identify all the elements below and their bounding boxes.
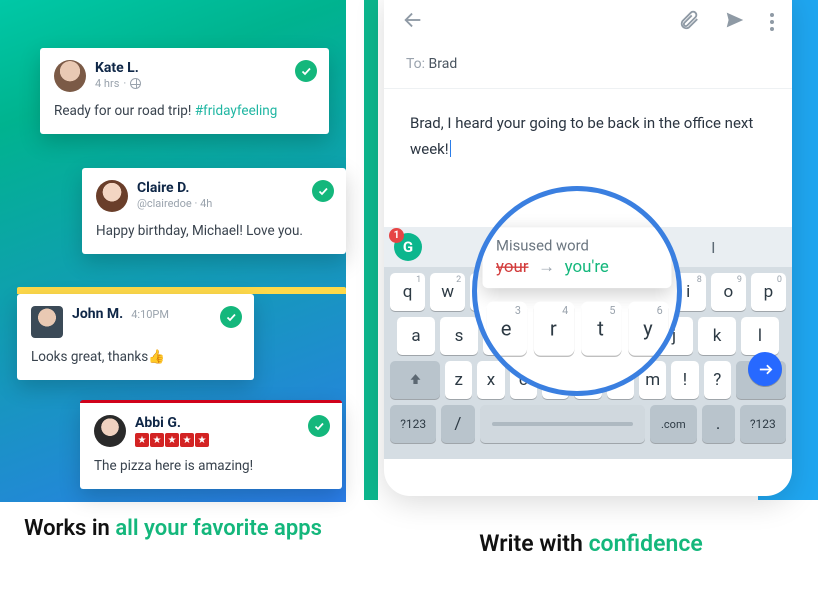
grammarly-check-icon	[312, 180, 334, 202]
author-name: Kate L.	[95, 60, 141, 76]
key-w[interactable]: w2	[430, 273, 465, 311]
post-body: Looks great, thanks👍	[31, 348, 240, 366]
key-s[interactable]: s	[440, 317, 478, 355]
post-card-twitter: Claire D. @clairedoe · 4h Happy birthday…	[82, 168, 346, 254]
shift-key[interactable]	[390, 361, 440, 399]
send-icon[interactable]	[724, 9, 746, 35]
period-key[interactable]: .	[702, 405, 735, 443]
key-z[interactable]: z	[445, 361, 472, 399]
key-t[interactable]: t5	[580, 301, 621, 355]
grammarly-check-icon	[308, 415, 330, 437]
key-l[interactable]: l	[741, 317, 779, 355]
correction-label: Misused word	[496, 236, 658, 254]
author-name: Abbi G.	[135, 415, 209, 431]
key-q[interactable]: q1	[390, 273, 425, 311]
key-p[interactable]: p0	[751, 273, 786, 311]
avatar	[31, 306, 63, 338]
slack-accent-strip	[17, 287, 346, 294]
key-y[interactable]: y6	[628, 301, 669, 355]
text-cursor	[450, 140, 451, 157]
panel-caption: Works in all your favorite apps	[0, 515, 346, 544]
to-field[interactable]: To: Brad	[384, 48, 792, 89]
wrong-word: your	[496, 257, 529, 277]
avatar	[94, 415, 126, 447]
back-icon[interactable]	[402, 9, 424, 35]
grammarly-keyboard-icon[interactable]: G	[394, 233, 422, 261]
overflow-icon[interactable]	[770, 13, 774, 31]
post-body: Happy birthday, Michael! Love you.	[96, 222, 332, 240]
key-?[interactable]: ?	[704, 361, 731, 399]
key-x[interactable]: x	[477, 361, 504, 399]
key-r[interactable]: r4	[533, 301, 574, 355]
hashtag: #fridayfeeling	[195, 103, 278, 119]
avatar	[54, 60, 86, 92]
slash-key[interactable]: /	[441, 405, 474, 443]
post-body: The pizza here is amazing!	[94, 457, 328, 475]
correction-tooltip[interactable]: Misused word your → you're	[483, 227, 672, 288]
author-name: John M.	[72, 306, 123, 322]
panel-caption: Write with confidence	[364, 530, 818, 557]
post-body: Ready for our road trip! #fridayfeeling	[54, 102, 315, 120]
author-name: Claire D.	[137, 180, 212, 196]
right-panel: To: Brad Brad, I heard your going to be …	[364, 0, 818, 602]
correction-magnifier: Misused word your → you're e3 r4 t5 y6	[472, 186, 682, 396]
symbols-key[interactable]: ?123	[390, 405, 436, 443]
key-![interactable]: !	[671, 361, 698, 399]
grammarly-check-icon	[295, 60, 317, 82]
enter-key[interactable]	[748, 352, 782, 386]
key-e[interactable]: e3	[486, 301, 527, 355]
attachment-icon[interactable]	[678, 9, 700, 35]
post-card-yelp: Abbi G. ★★★★★ The pizza here is amazing!	[80, 400, 342, 489]
compose-appbar	[384, 0, 792, 48]
post-meta: 4:10PM	[131, 308, 169, 321]
globe-icon	[130, 78, 141, 89]
dotcom-key[interactable]: .com	[650, 405, 696, 443]
avatar	[96, 180, 128, 212]
key-o[interactable]: o9	[711, 273, 746, 311]
symbols-key-right[interactable]: ?123	[740, 405, 786, 443]
post-card-slack: John M. 4:10PM Looks great, thanks👍	[17, 294, 254, 380]
key-k[interactable]: k	[698, 317, 736, 355]
left-edge-accent	[364, 0, 378, 500]
left-panel: Kate L. 4 hrs · Ready for our road trip!…	[0, 0, 346, 602]
post-card-facebook: Kate L. 4 hrs · Ready for our road trip!…	[40, 48, 329, 134]
post-meta: 4 hrs ·	[95, 77, 141, 90]
post-meta: @clairedoe · 4h	[137, 197, 212, 210]
magnified-keys: e3 r4 t5 y6	[483, 301, 672, 355]
corrected-word: you're	[565, 257, 609, 277]
key-a[interactable]: a	[397, 317, 435, 355]
spacebar-key[interactable]	[480, 405, 646, 443]
arrow-icon: →	[533, 257, 561, 277]
grammarly-check-icon	[220, 306, 242, 328]
star-rating: ★★★★★	[135, 433, 209, 447]
